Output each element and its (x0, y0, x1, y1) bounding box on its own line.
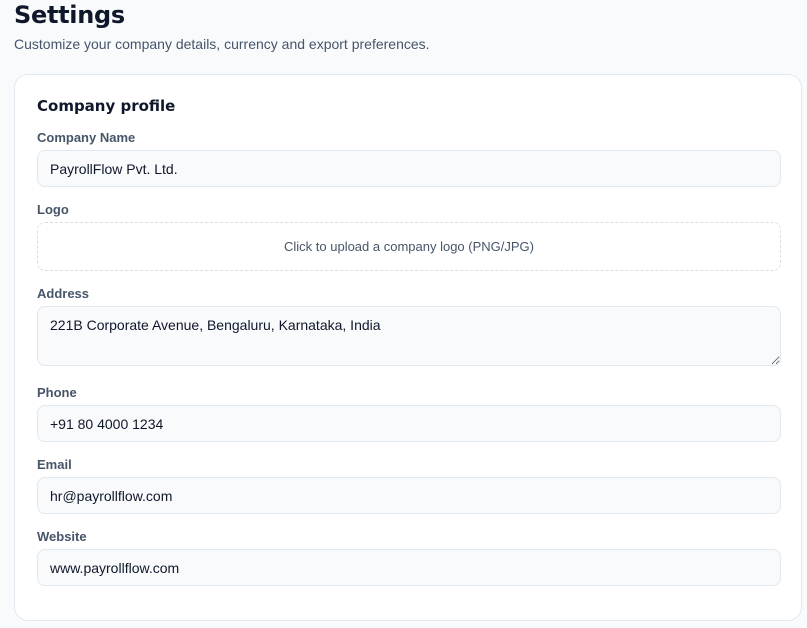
company-profile-card: Company profile Company Name Logo Click … (14, 74, 802, 621)
logo-label: Logo (37, 202, 69, 217)
phone-input[interactable] (37, 405, 781, 442)
settings-page: Settings Customize your company details,… (0, 0, 807, 628)
page-subtitle: Customize your company details, currency… (14, 36, 430, 52)
company-name-input[interactable] (37, 150, 781, 187)
logo-upload-dropzone[interactable]: Click to upload a company logo (PNG/JPG) (37, 222, 781, 271)
email-label: Email (37, 457, 72, 472)
website-label: Website (37, 529, 87, 544)
address-textarea[interactable]: 221B Corporate Avenue, Bengaluru, Karnat… (37, 306, 781, 366)
website-input[interactable] (37, 549, 781, 586)
company-name-label: Company Name (37, 130, 136, 145)
page-title: Settings (14, 1, 125, 29)
logo-upload-text: Click to upload a company logo (PNG/JPG) (284, 239, 534, 254)
email-input[interactable] (37, 477, 781, 514)
phone-label: Phone (37, 385, 77, 400)
address-label: Address (37, 286, 90, 301)
company-profile-title: Company profile (37, 97, 176, 115)
